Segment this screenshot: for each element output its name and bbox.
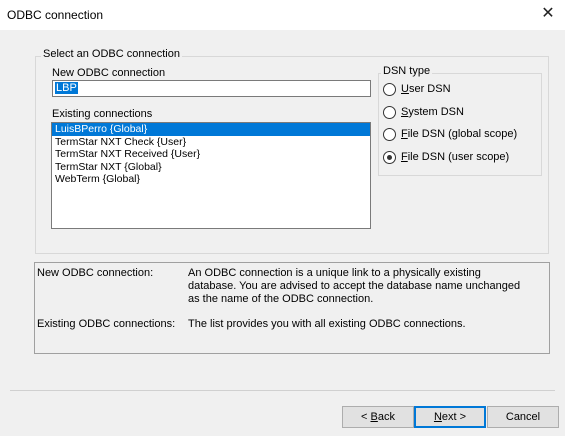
radio-label: System DSN xyxy=(401,106,464,118)
title-bar: ODBC connection ✕ xyxy=(0,0,565,30)
list-item[interactable]: TermStar NXT Check {User} xyxy=(52,136,370,149)
new-connection-value: LBP xyxy=(55,82,78,94)
footer-divider xyxy=(10,390,555,391)
group-caption: Select an ODBC connection xyxy=(41,48,182,60)
info-term-new: New ODBC connection: xyxy=(37,267,154,279)
back-button[interactable]: < Back xyxy=(342,406,414,428)
window-title: ODBC connection xyxy=(7,8,104,22)
radio-user-dsn[interactable]: User DSN xyxy=(383,82,451,96)
new-connection-label: New ODBC connection xyxy=(52,67,166,79)
radio-file-dsn-user[interactable]: File DSN (user scope) xyxy=(383,150,509,164)
existing-connections-list[interactable]: LuisBPerro {Global} TermStar NXT Check {… xyxy=(51,122,371,229)
info-desc-existing: The list provides you with all existing … xyxy=(188,318,466,330)
close-icon[interactable]: ✕ xyxy=(537,3,559,25)
info-term-existing: Existing ODBC connections: xyxy=(37,318,176,330)
next-button[interactable]: Next > xyxy=(414,406,486,428)
radio-button-icon xyxy=(383,127,396,141)
info-desc-new: An ODBC connection is a unique link to a… xyxy=(188,267,521,305)
new-connection-input[interactable]: LBP xyxy=(52,80,371,97)
existing-connections-label: Existing connections xyxy=(52,108,153,120)
list-item[interactable]: LuisBPerro {Global} xyxy=(52,123,370,136)
list-item[interactable]: TermStar NXT Received {User} xyxy=(52,148,370,161)
radio-button-checked-icon xyxy=(383,150,396,164)
radio-label: File DSN (user scope) xyxy=(401,151,510,163)
radio-button-icon xyxy=(383,105,396,119)
radio-system-dsn[interactable]: System DSN xyxy=(383,105,464,119)
radio-label: User DSN xyxy=(401,83,451,95)
list-item[interactable]: WebTerm {Global} xyxy=(52,173,370,186)
radio-button-icon xyxy=(383,82,396,96)
dsn-type-caption: DSN type xyxy=(381,65,433,77)
cancel-button[interactable]: Cancel xyxy=(487,406,559,428)
radio-label: File DSN (global scope) xyxy=(401,128,518,140)
radio-file-dsn-global[interactable]: File DSN (global scope) xyxy=(383,127,517,141)
list-item[interactable]: TermStar NXT {Global} xyxy=(52,161,370,174)
